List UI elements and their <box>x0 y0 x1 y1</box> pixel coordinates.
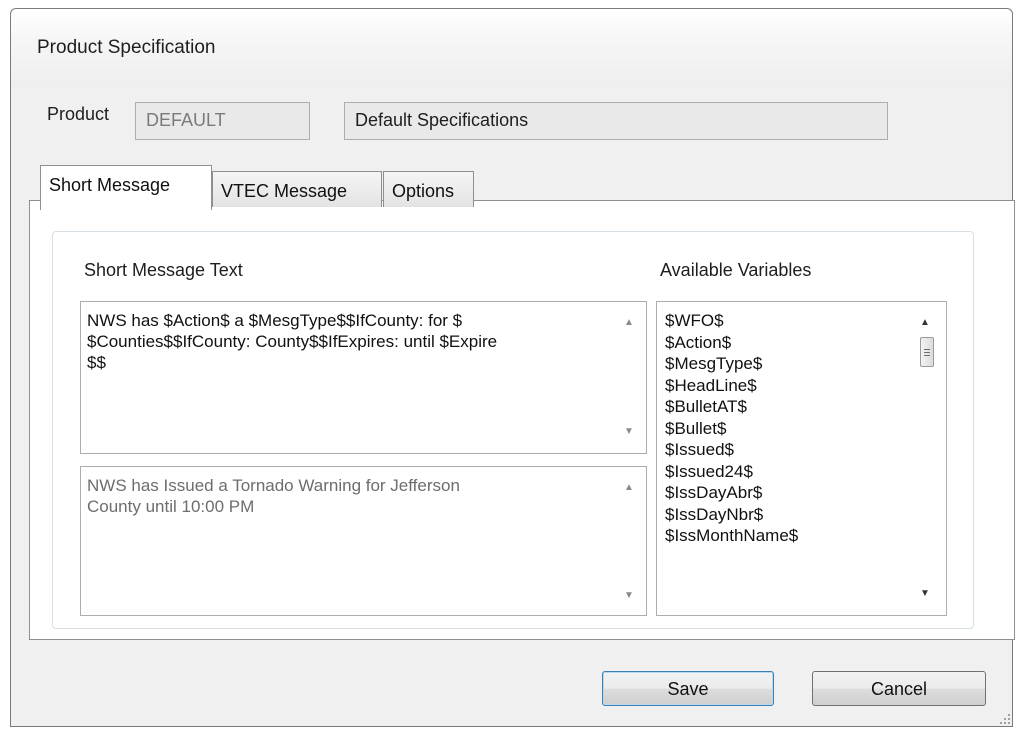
scroll-down-arrow-icon[interactable]: ▼ <box>920 589 930 599</box>
short-message-template-input[interactable]: NWS has $Action$ a $MesgType$$IfCounty: … <box>80 301 647 454</box>
list-item[interactable]: $IssMonthName$ <box>665 525 798 547</box>
product-code-field[interactable]: DEFAULT <box>135 102 310 140</box>
tab-options[interactable]: Options <box>383 171 474 207</box>
title-bar[interactable]: Product Specification <box>11 9 1012 87</box>
variables-list: $WFO$ $Action$ $MesgType$ $HeadLine$ $Bu… <box>665 310 798 547</box>
short-message-preview-text: NWS has Issued a Tornado Warning for Jef… <box>87 476 460 516</box>
available-variables-heading: Available Variables <box>660 260 812 280</box>
scroll-up-arrow-icon[interactable]: ▲ <box>624 483 634 493</box>
list-item[interactable]: $MesgType$ <box>665 353 798 375</box>
scroll-down-arrow-icon[interactable]: ▼ <box>624 427 634 437</box>
scrollbar-thumb[interactable] <box>920 337 934 367</box>
list-item[interactable]: $IssDayAbr$ <box>665 482 798 504</box>
short-message-preview-box[interactable]: NWS has Issued a Tornado Warning for Jef… <box>80 466 647 616</box>
list-item[interactable]: $Issued$ <box>665 439 798 461</box>
available-variables-list[interactable]: $WFO$ $Action$ $MesgType$ $HeadLine$ $Bu… <box>656 301 947 616</box>
list-item[interactable]: $Action$ <box>665 332 798 354</box>
scroll-up-arrow-icon[interactable]: ▲ <box>920 318 930 328</box>
list-item[interactable]: $HeadLine$ <box>665 375 798 397</box>
save-button[interactable]: Save <box>602 671 774 706</box>
size-grip-icon[interactable] <box>999 713 1011 725</box>
window-title: Product Specification <box>37 37 216 58</box>
short-message-heading: Short Message Text <box>84 260 243 280</box>
list-item[interactable]: $Bullet$ <box>665 418 798 440</box>
product-description-field[interactable]: Default Specifications <box>344 102 888 140</box>
list-item[interactable]: $WFO$ <box>665 310 798 332</box>
product-label: Product <box>47 104 110 124</box>
cancel-button[interactable]: Cancel <box>812 671 986 706</box>
list-item[interactable]: $BulletAT$ <box>665 396 798 418</box>
scroll-down-arrow-icon[interactable]: ▼ <box>624 591 634 601</box>
short-message-template-text: NWS has $Action$ a $MesgType$$IfCounty: … <box>87 311 498 372</box>
tab-vtec-message[interactable]: VTEC Message <box>212 171 382 207</box>
tab-short-message[interactable]: Short Message <box>40 165 212 210</box>
list-item[interactable]: $Issued24$ <box>665 461 798 483</box>
list-item[interactable]: $IssDayNbr$ <box>665 504 798 526</box>
scroll-up-arrow-icon[interactable]: ▲ <box>624 318 634 328</box>
